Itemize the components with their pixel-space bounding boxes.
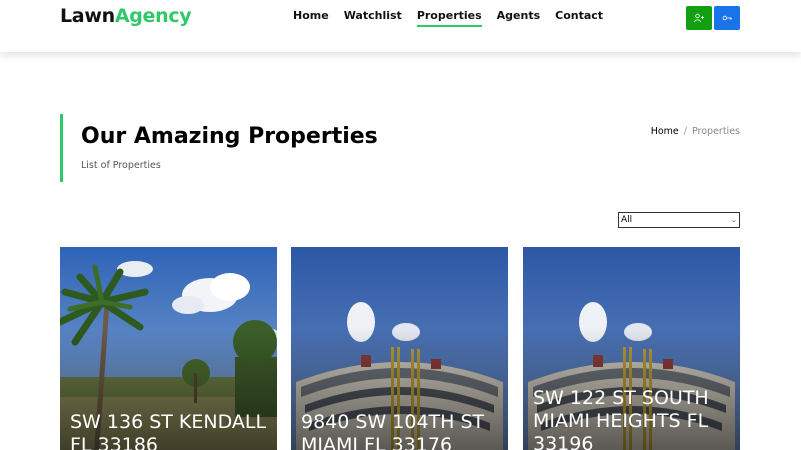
breadcrumb-current: Properties [691,126,740,137]
property-title[interactable]: SW 136 ST KENDALL FL 33186 [70,411,270,450]
site-header: LawnAgency Home Watchlist Properties Age… [0,0,801,52]
chevron-down-icon: ⌄ [731,216,737,224]
property-title[interactable]: 9840 SW 104TH ST MIAMI FL 33176 [301,411,501,450]
add-user-icon [694,13,704,23]
logo-text-main: Lawn [60,5,115,27]
nav-properties[interactable]: Properties [416,9,482,27]
property-card[interactable]: 9840 SW 104TH ST MIAMI FL 33176 [291,247,508,450]
nav-agents[interactable]: Agents [497,9,540,27]
filter-selected-value: All [621,215,633,225]
nav-home[interactable]: Home [293,9,329,27]
property-card[interactable]: SW 122 ST SOUTH MIAMI HEIGHTS FL 33196 [523,247,740,450]
nav-watchlist[interactable]: Watchlist [344,9,402,27]
register-button[interactable] [686,6,712,30]
title-accent-bar [60,114,63,182]
breadcrumb-home[interactable]: Home [651,126,679,137]
main-nav: Home Watchlist Properties Agents Contact [293,9,603,27]
page-title: Our Amazing Properties [81,124,378,149]
page-subtitle: List of Properties [81,160,161,171]
site-logo[interactable]: LawnAgency [60,5,192,27]
breadcrumb-separator: / [683,126,687,137]
nav-contact[interactable]: Contact [555,9,603,27]
property-title[interactable]: SW 122 ST SOUTH MIAMI HEIGHTS FL 33196 [533,387,733,450]
breadcrumb: Home / Properties [651,126,740,137]
property-filter-select[interactable]: All ⌄ [618,212,740,228]
key-icon [722,15,732,21]
login-button[interactable] [714,6,740,30]
logo-text-accent: Agency [114,5,192,27]
property-card[interactable]: SW 136 ST KENDALL FL 33186 [60,247,277,450]
